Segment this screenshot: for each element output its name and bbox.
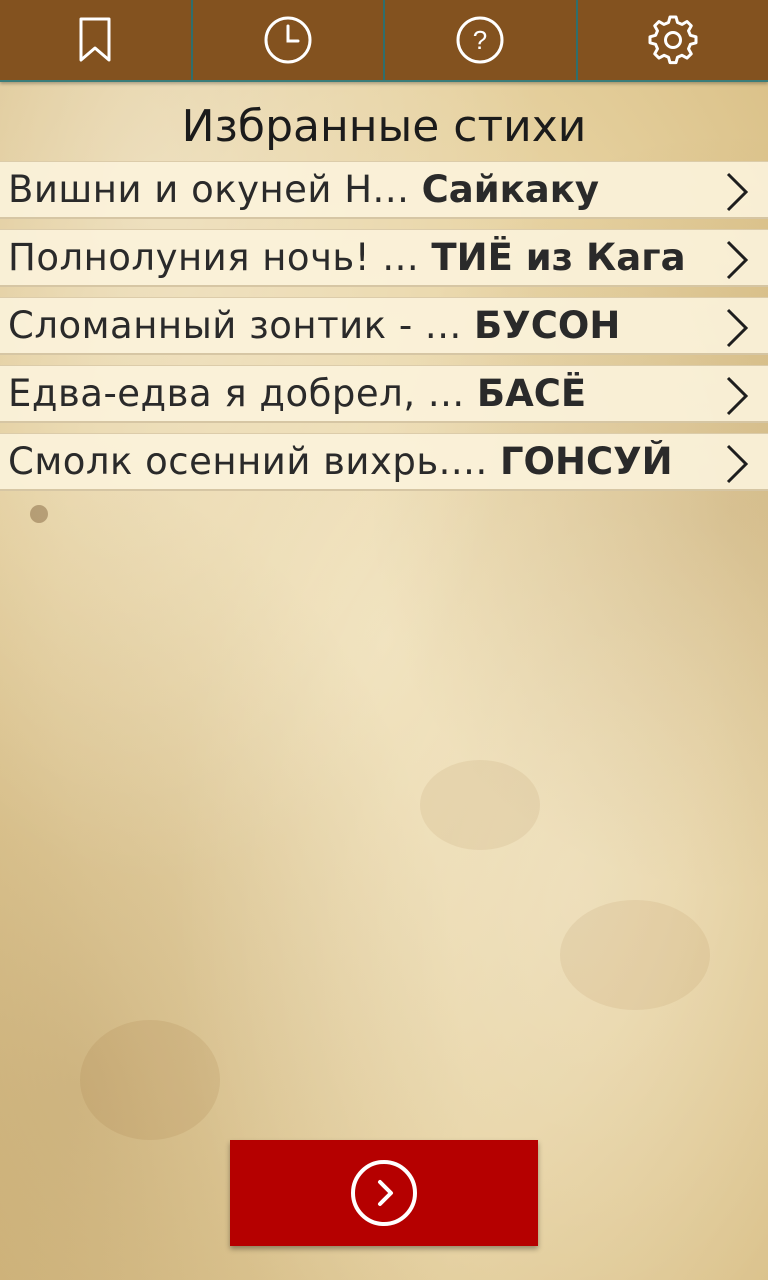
bookmarks-button[interactable] [0, 0, 193, 80]
chevron-right-icon [726, 240, 749, 280]
favorites-list: Вишни и окуней Н... Сайкаку Полнолуния н… [0, 161, 768, 501]
help-icon: ? [456, 16, 504, 64]
paper-stain [560, 900, 710, 1010]
history-button[interactable] [193, 0, 385, 80]
list-item[interactable]: Смолк осенний вихрь.... ГОНСУЙ [0, 433, 768, 491]
poem-author: БУСОН [473, 304, 621, 347]
chevron-right-icon [726, 376, 749, 416]
page-title: Избранные стихи [181, 101, 587, 152]
list-item-text: Смолк осенний вихрь.... ГОНСУЙ [0, 440, 708, 483]
list-item[interactable]: Сломанный зонтик - ... БУСОН [0, 297, 768, 355]
help-glyph: ? [473, 25, 487, 55]
poem-author: БАСЁ [476, 372, 587, 415]
list-item[interactable]: Едва-едва я добрел, ... БАСЁ [0, 365, 768, 423]
list-item-text: Сломанный зонтик - ... БУСОН [0, 304, 708, 347]
chevron-right-icon [726, 444, 749, 484]
help-button[interactable]: ? [385, 0, 578, 80]
settings-button[interactable] [578, 0, 768, 80]
arrow-right-circle-icon [351, 1160, 417, 1226]
poem-excerpt: Вишни и окуней Н... [8, 168, 422, 211]
clock-icon [264, 16, 312, 64]
next-button[interactable] [230, 1140, 538, 1246]
gear-icon [648, 15, 698, 65]
poem-excerpt: Полнолуния ночь! ... [8, 236, 432, 279]
list-item-text: Полнолуния ночь! ... ТИЁ из Кага [0, 236, 708, 279]
top-toolbar: ? [0, 0, 768, 82]
chevron-right-icon [726, 172, 749, 212]
poem-excerpt: Сломанный зонтик - ... [8, 304, 474, 347]
poem-excerpt: Смолк осенний вихрь.... [8, 440, 500, 483]
poem-author: ГОНСУЙ [499, 440, 673, 483]
paper-stain [30, 505, 48, 523]
bookmark-icon [79, 17, 111, 62]
paper-stain [420, 760, 540, 850]
list-item[interactable]: Вишни и окуней Н... Сайкаку [0, 161, 768, 219]
poem-excerpt: Едва-едва я добрел, ... [8, 372, 477, 415]
poem-author: ТИЁ из Кага [431, 236, 686, 279]
list-item-text: Вишни и окуней Н... Сайкаку [0, 168, 708, 211]
chevron-right-icon [726, 308, 749, 348]
list-item-text: Едва-едва я добрел, ... БАСЁ [0, 372, 708, 415]
list-item[interactable]: Полнолуния ночь! ... ТИЁ из Кага [0, 229, 768, 287]
poem-author: Сайкаку [421, 168, 599, 211]
paper-stain [80, 1020, 220, 1140]
